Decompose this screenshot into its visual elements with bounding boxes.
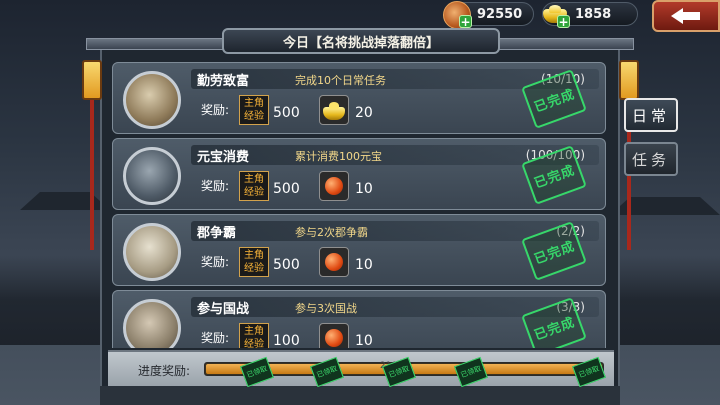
gold-ingot-icon bbox=[319, 95, 349, 125]
task-title: 参与国战 bbox=[197, 302, 250, 317]
orange-gem-icon bbox=[319, 171, 349, 201]
hero-exp-icon: 主角经验 bbox=[239, 171, 269, 201]
reward-label: 奖励: bbox=[201, 331, 230, 345]
coins-value: 92550 bbox=[477, 6, 523, 22]
milestone-claimed-stamp[interactable]: 已领取 bbox=[310, 356, 344, 388]
panel-bottom-edge bbox=[100, 386, 620, 405]
exp-reward-value: 500 bbox=[273, 257, 300, 273]
bronze-statue-icon bbox=[123, 299, 181, 348]
progress-track: 210 已领取 已领取 已领取 已领取 已领取 bbox=[204, 356, 606, 388]
task-description: 完成10个日常任务 bbox=[295, 74, 386, 87]
exp-reward-value: 500 bbox=[273, 181, 300, 197]
background-roof-left bbox=[20, 170, 110, 210]
task-card: 郡争霸 参与2次郡争霸 (2/2) 奖励: 主角经验 500 10 已完成 bbox=[112, 214, 606, 286]
milestone-claimed-stamp[interactable]: 已领取 bbox=[454, 356, 488, 388]
back-arrow-icon bbox=[671, 8, 701, 24]
milestone-claimed-stamp[interactable]: 已领取 bbox=[240, 356, 274, 388]
reward-label: 奖励: bbox=[201, 179, 230, 193]
task-description: 累计消费100元宝 bbox=[295, 150, 382, 163]
add-ingots-button[interactable]: + bbox=[557, 15, 570, 28]
right-lantern-icon bbox=[619, 60, 639, 100]
page-title: 今日【名将挑战掉落翻倍】 bbox=[222, 28, 500, 54]
back-button[interactable] bbox=[652, 0, 720, 32]
left-lantern-icon bbox=[82, 60, 102, 100]
orange-gem-icon bbox=[319, 323, 349, 348]
item-reward-value: 20 bbox=[355, 105, 373, 121]
task-list[interactable]: 勤劳致富 完成10个日常任务 (10/10) 奖励: 主角经验 500 20 已… bbox=[112, 62, 606, 348]
war-banner-icon bbox=[123, 223, 181, 281]
task-card: 元宝消费 累计消费100元宝 (100/100) 奖励: 主角经验 500 10… bbox=[112, 138, 606, 210]
tab-daily[interactable]: 日常 bbox=[624, 98, 678, 132]
scroll-icon bbox=[123, 71, 181, 129]
tab-task[interactable]: 任务 bbox=[624, 142, 678, 176]
task-description: 参与2次郡争霸 bbox=[295, 226, 368, 239]
item-reward-value: 10 bbox=[355, 257, 373, 273]
progress-reward-label: 进度奖励: bbox=[138, 364, 191, 378]
hero-exp-icon: 主角经验 bbox=[239, 95, 269, 125]
add-coins-button[interactable]: + bbox=[459, 15, 472, 28]
item-reward-value: 10 bbox=[355, 333, 373, 348]
ingots-counter: + 1858 bbox=[542, 2, 638, 28]
ingots-value: 1858 bbox=[575, 6, 612, 22]
hero-exp-icon: 主角经验 bbox=[239, 323, 269, 348]
milestone-claimed-stamp[interactable]: 已领取 bbox=[572, 356, 606, 388]
task-card: 参与国战 参与3次国战 (3/3) 奖励: 主角经验 100 10 已完成 bbox=[112, 290, 606, 348]
progress-reward-bar: 进度奖励: 210 已领取 已领取 已领取 已领取 已领取 bbox=[108, 350, 614, 388]
item-reward-value: 10 bbox=[355, 181, 373, 197]
task-card: 勤劳致富 完成10个日常任务 (10/10) 奖励: 主角经验 500 20 已… bbox=[112, 62, 606, 134]
exp-reward-value: 500 bbox=[273, 105, 300, 121]
coins-counter: + 92550 bbox=[443, 1, 534, 29]
task-title: 勤劳致富 bbox=[197, 74, 250, 89]
task-title: 元宝消费 bbox=[197, 150, 250, 165]
reward-label: 奖励: bbox=[201, 103, 230, 117]
orange-gem-icon bbox=[319, 247, 349, 277]
task-title: 郡争霸 bbox=[197, 226, 237, 241]
reward-label: 奖励: bbox=[201, 255, 230, 269]
task-description: 参与3次国战 bbox=[295, 302, 357, 315]
hero-exp-icon: 主角经验 bbox=[239, 247, 269, 277]
left-tassel bbox=[90, 100, 94, 250]
treasure-cart-icon bbox=[123, 147, 181, 205]
exp-reward-value: 100 bbox=[273, 333, 300, 348]
